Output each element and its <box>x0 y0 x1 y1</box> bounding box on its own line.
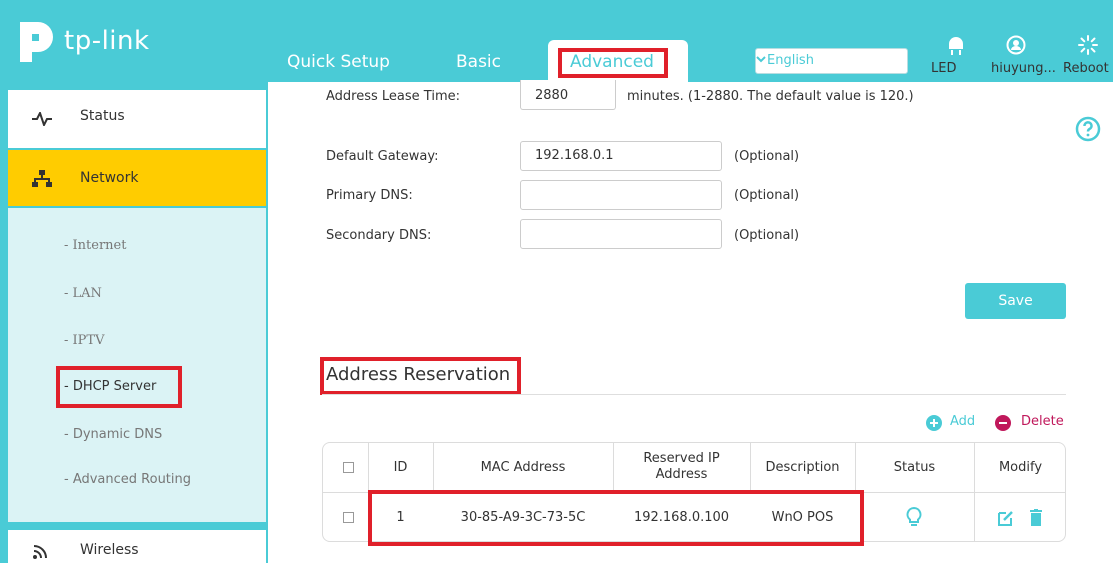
secondary-dns-label: Secondary DNS: <box>326 228 432 243</box>
tab-quick-setup[interactable]: Quick Setup <box>287 52 390 72</box>
col-header-mac: MAC Address <box>480 460 566 475</box>
submenu-internet[interactable]: - Internet <box>64 238 126 253</box>
submenu-lan[interactable]: - LAN <box>64 286 102 301</box>
network-icon <box>32 170 52 187</box>
lease-time-hint: minutes. (1-2880. The default value is 1… <box>627 89 914 104</box>
delete-row-button[interactable] <box>1030 509 1042 530</box>
edit-icon <box>998 511 1013 526</box>
sidebar-item-status-label: Status <box>80 108 125 124</box>
led-icon <box>949 37 963 55</box>
tp-link-logo-icon <box>20 22 53 62</box>
trash-icon <box>1030 509 1042 526</box>
lease-time-label: Address Lease Time: <box>326 89 460 104</box>
gateway-label: Default Gateway: <box>326 149 439 164</box>
help-icon[interactable] <box>1075 116 1101 142</box>
wifi-icon <box>33 545 47 559</box>
annotation-box-row <box>368 490 864 546</box>
col-header-reserved-ip: Reserved IP Address <box>643 451 720 482</box>
tab-basic[interactable]: Basic <box>456 52 501 72</box>
add-label: Add <box>950 414 976 429</box>
submenu-iptv[interactable]: - IPTV <box>64 333 104 348</box>
submenu-advanced-routing[interactable]: - Advanced Routing <box>64 472 191 487</box>
primary-dns-input[interactable] <box>520 180 722 210</box>
col-header-status: Status <box>893 460 936 475</box>
edit-button[interactable] <box>998 510 1014 530</box>
annotation-box-advanced <box>558 48 668 78</box>
primary-dns-label: Primary DNS: <box>326 188 413 203</box>
chevron-down-icon <box>756 56 766 63</box>
sidebar-item-network-label: Network <box>80 170 139 186</box>
col-header-modify: Modify <box>998 460 1043 475</box>
col-header-description: Description <box>765 460 840 475</box>
status-toggle[interactable] <box>905 506 923 532</box>
led-label: LED <box>931 61 957 76</box>
secondary-dns-input[interactable] <box>520 219 722 249</box>
section-divider <box>322 394 1066 395</box>
lease-time-value: 2880 <box>535 88 569 103</box>
submenu-dynamic-dns[interactable]: - Dynamic DNS <box>64 427 162 442</box>
col-divider <box>613 443 614 493</box>
sidebar-item-status[interactable]: Status <box>8 90 266 148</box>
user-button[interactable]: hiuyung... <box>991 34 1056 76</box>
col-divider <box>974 493 975 541</box>
row-checkbox[interactable] <box>343 512 354 523</box>
language-value: English <box>767 53 814 68</box>
gateway-value: 192.168.0.1 <box>535 148 614 163</box>
sidebar-item-wireless[interactable]: Wireless <box>8 530 266 570</box>
secondary-dns-optional: (Optional) <box>734 228 800 243</box>
save-button[interactable]: Save <box>965 283 1066 319</box>
col-header-id: ID <box>393 460 408 475</box>
primary-dns-optional: (Optional) <box>734 188 800 203</box>
tp-link-logo[interactable]: tp-link <box>6 14 150 68</box>
sidebar-item-network[interactable]: Network <box>8 150 266 206</box>
plus-circle-icon <box>926 415 942 431</box>
delete-label: Delete <box>1021 414 1064 429</box>
top-header: tp-link Quick Setup Basic Advanced Engli… <box>0 0 1113 82</box>
lightbulb-icon <box>906 506 922 526</box>
reboot-button[interactable]: Reboot <box>1063 34 1113 76</box>
sidebar-item-wireless-label: Wireless <box>80 542 139 558</box>
minus-circle-icon <box>995 415 1011 431</box>
annotation-box-dhcp <box>56 366 182 408</box>
annotation-box-reservation <box>320 357 521 395</box>
gateway-input[interactable]: 192.168.0.1 <box>520 141 722 171</box>
pulse-icon <box>32 112 52 126</box>
lease-time-input[interactable]: 2880 <box>520 80 616 110</box>
brand-name: tp-link <box>64 26 150 56</box>
user-label: hiuyung... <box>991 61 1056 76</box>
user-icon <box>1006 35 1026 55</box>
gateway-optional: (Optional) <box>734 149 800 164</box>
select-all-checkbox[interactable] <box>343 462 354 473</box>
question-icon <box>1075 116 1101 142</box>
reboot-icon <box>1078 35 1098 55</box>
reboot-label: Reboot <box>1063 61 1109 76</box>
led-button[interactable]: LED <box>931 34 981 76</box>
language-select[interactable]: English <box>755 48 908 74</box>
